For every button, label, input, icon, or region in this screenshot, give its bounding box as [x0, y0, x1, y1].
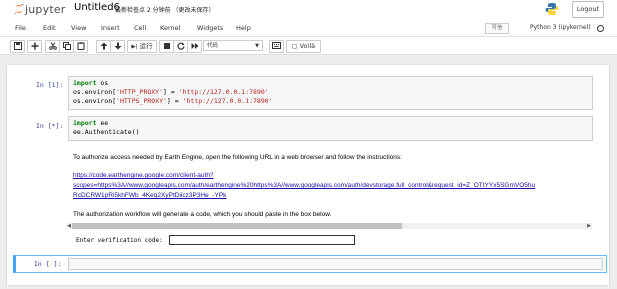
- output-horizontal-scrollbar[interactable]: ◀ ▶: [66, 223, 592, 229]
- monitor-icon: ▢: [291, 43, 298, 50]
- copy-button[interactable]: [59, 40, 74, 53]
- restart-run-all-button[interactable]: [187, 40, 202, 53]
- step-forward-icon: ▶|: [131, 44, 138, 50]
- voila-button-label: Voilà: [299, 42, 316, 50]
- auth-url-link[interactable]: scopes=https%3A//www.googleapis.com/auth…: [73, 182, 592, 189]
- cell-type-value: 代码: [207, 43, 219, 49]
- code-text: os: [96, 79, 109, 87]
- run-button-label: 运行: [139, 42, 153, 50]
- keyword: import: [73, 119, 97, 127]
- menu-insert[interactable]: Insert: [101, 24, 120, 32]
- menu-help[interactable]: Help: [236, 24, 251, 32]
- notebook-header: jupyter Untitled6 最新检查点 2 分钟前 （更改未保存） Lo…: [0, 0, 617, 20]
- keyword: import: [73, 79, 97, 87]
- arrow-down-icon: [114, 42, 121, 50]
- verification-code-label: Enter verification code:: [76, 237, 163, 244]
- string-literal: 'HTTPS_PROXY': [116, 97, 167, 105]
- copy-icon: [62, 42, 71, 50]
- scrollbar-thumb[interactable]: [72, 223, 402, 229]
- string-literal: 'HTTP_PROXY': [116, 88, 164, 96]
- keyboard-icon: [272, 42, 281, 49]
- logout-button[interactable]: Logout: [572, 1, 604, 18]
- workflow-instructions: The authorization workflow will generate…: [73, 211, 332, 218]
- paste-icon: [77, 42, 84, 50]
- menu-cell[interactable]: Cell: [134, 24, 146, 32]
- cell-2-input[interactable]: import ee ee.Authenticate(): [68, 116, 593, 141]
- chevron-down-icon: ▼: [255, 43, 259, 49]
- cell-2-prompt: In [*]:: [36, 122, 64, 130]
- jupyter-logo-text: jupyter: [25, 3, 66, 16]
- trusted-indicator[interactable]: 可信: [485, 23, 509, 34]
- command-palette-button[interactable]: [269, 40, 284, 53]
- menu-file[interactable]: File: [15, 24, 26, 32]
- code-text: os.environ[: [73, 88, 117, 96]
- notebook-title[interactable]: Untitled6: [74, 2, 120, 13]
- run-button[interactable]: ▶| 运行: [127, 40, 157, 53]
- interrupt-button[interactable]: [159, 40, 174, 53]
- cell-1-input[interactable]: import os os.environ['HTTP_PROXY'] = 'ht…: [68, 76, 593, 110]
- scroll-right-icon[interactable]: ▶: [586, 223, 592, 229]
- fast-forward-icon: [191, 43, 198, 49]
- checkpoint-status: 最新检查点 2 分钟前 （更改未保存）: [115, 7, 215, 14]
- string-literal: 'http://127.0.0.1:7890': [182, 97, 273, 105]
- kernel-status-icon: [597, 25, 604, 32]
- menu-view[interactable]: View: [71, 24, 86, 32]
- code-text: ee: [96, 119, 109, 127]
- verification-code-input[interactable]: [169, 235, 355, 245]
- stop-icon: [163, 43, 170, 49]
- code-line: os.environ['HTTPS_PROXY'] = 'http://127.…: [73, 97, 273, 105]
- auth-instructions: To authorize access needed by Earth Engi…: [73, 154, 402, 161]
- auth-url-link[interactable]: https://code.earthengine.google.com/clie…: [73, 172, 214, 179]
- cell-3-input[interactable]: [68, 258, 603, 270]
- restart-icon: [176, 42, 185, 50]
- voila-button[interactable]: ▢ Voilà: [286, 40, 321, 53]
- string-literal: 'http://127.0.0.1:7890': [178, 88, 269, 96]
- toolbar: ▶| 运行 代码 ▼ ▢ Voilà: [0, 37, 617, 55]
- move-up-button[interactable]: [96, 40, 111, 53]
- cut-button[interactable]: [45, 40, 60, 53]
- arrow-up-icon: [100, 42, 107, 50]
- menu-edit[interactable]: Edit: [43, 24, 56, 32]
- jupyter-logo[interactable]: jupyter: [14, 2, 74, 18]
- kernel-name[interactable]: Python 3 (ipykernel): [530, 24, 591, 31]
- code-line: os.environ['HTTP_PROXY'] = 'http://127.0…: [73, 88, 269, 96]
- cell-3-prompt: In [ ]:: [34, 260, 62, 268]
- code-text: ] =: [166, 97, 183, 105]
- cell-type-select[interactable]: 代码 ▼: [203, 40, 263, 51]
- auth-url-link[interactable]: RcDCRW1pRi5khFWb_4Keq2XyPtDiicz3P3He_-YP…: [73, 192, 226, 199]
- python-logo-icon: [545, 3, 559, 15]
- code-line: ee.Authenticate(): [73, 128, 140, 136]
- save-icon: [13, 42, 22, 50]
- code-text: os.environ[: [73, 97, 117, 105]
- cell-1-prompt: In [1]:: [36, 81, 64, 89]
- save-button[interactable]: [10, 40, 25, 53]
- code-line: import os: [73, 79, 108, 87]
- menu-widgets[interactable]: Widgets: [197, 24, 223, 32]
- insert-cell-button[interactable]: [27, 40, 42, 53]
- move-down-button[interactable]: [110, 40, 125, 53]
- code-line: import ee: [73, 119, 108, 127]
- plus-icon: [31, 42, 38, 50]
- menu-bar: File Edit View Insert Cell Kernel Widget…: [0, 20, 617, 37]
- scissors-icon: [48, 42, 57, 50]
- menu-kernel[interactable]: Kernel: [160, 24, 180, 32]
- restart-button[interactable]: [173, 40, 188, 53]
- code-text: ] =: [163, 88, 179, 96]
- paste-button[interactable]: [73, 40, 88, 53]
- cell-3[interactable]: In [ ]:: [13, 255, 607, 273]
- jupyter-logo-icon: [14, 3, 24, 15]
